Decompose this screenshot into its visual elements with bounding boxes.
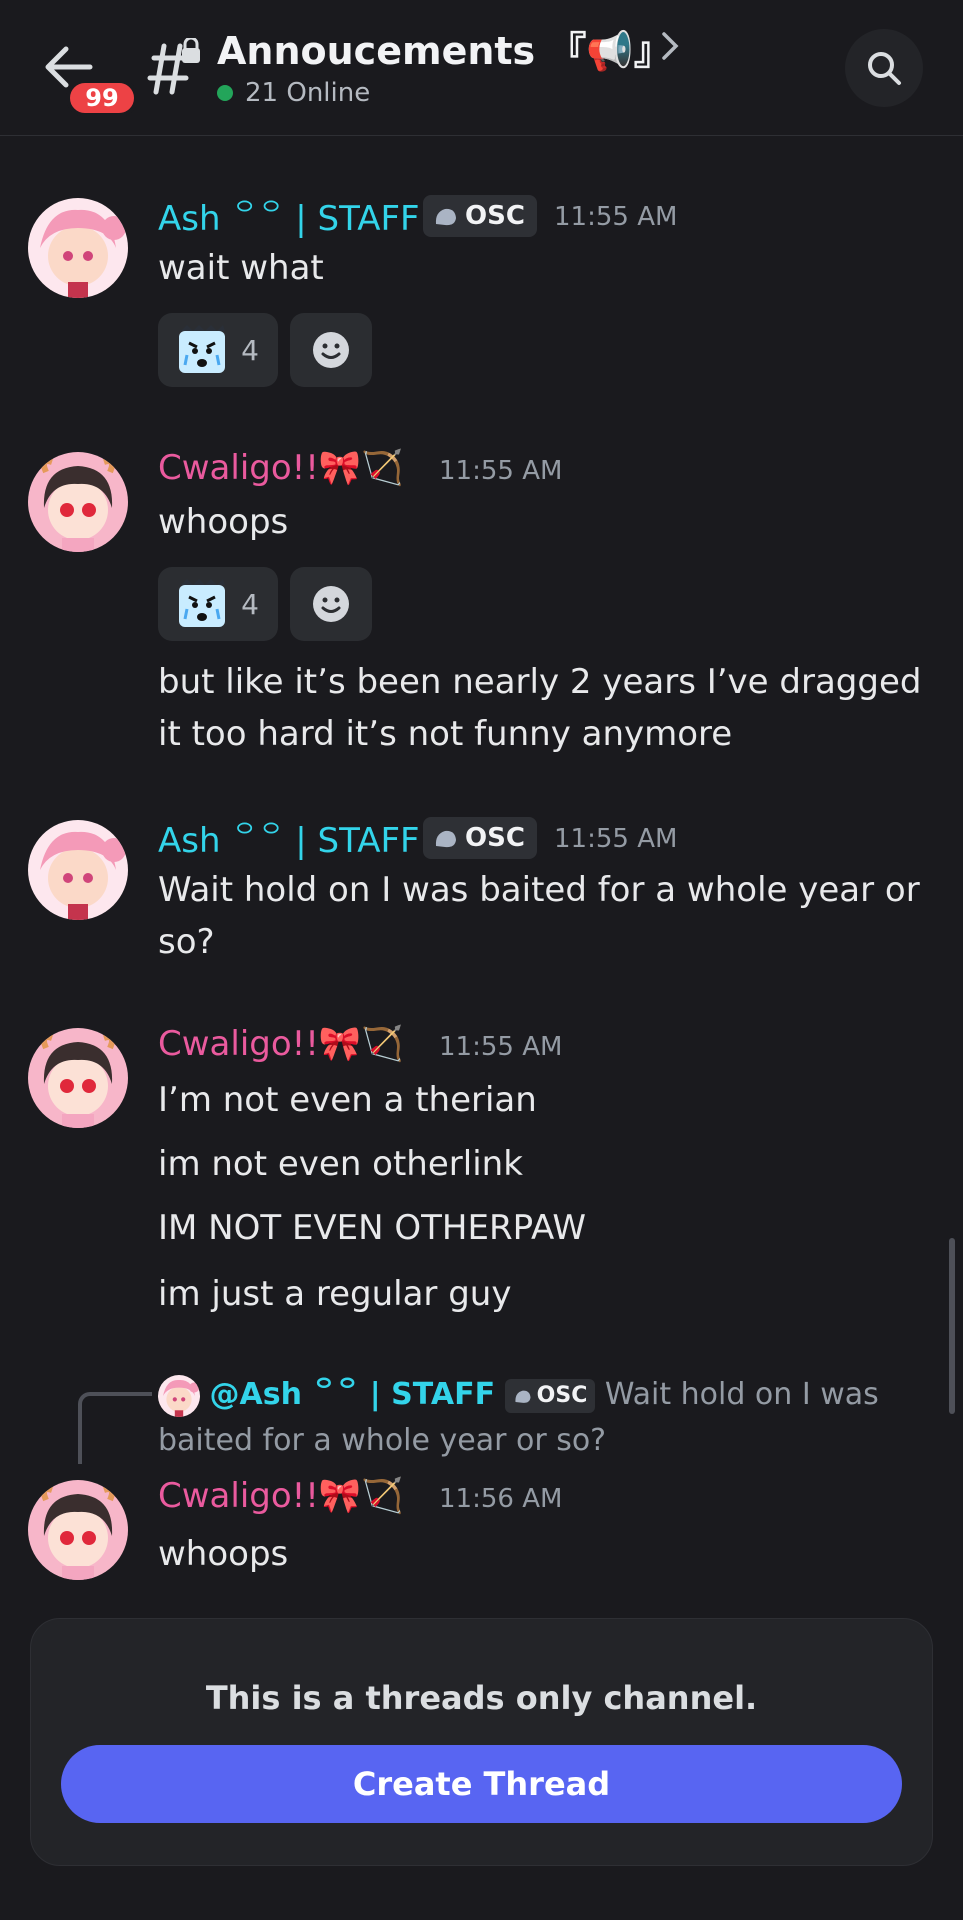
username[interactable]: Cwaligo!!🎀🏹 [158,1024,404,1064]
avatar[interactable] [28,1480,128,1580]
message-text: IM NOT EVEN OTHERPAW [158,1208,586,1248]
unread-badge: 99 [66,79,138,117]
message-text: wait what [158,248,324,288]
guild-tag-icon [515,1390,531,1403]
chevron-right-icon[interactable] [660,30,680,62]
crying-emoji-icon [177,579,227,629]
message-text: but like it’s been nearly 2 years I’ve d… [158,662,922,754]
reply-avatar [158,1374,200,1417]
add-reaction-button[interactable] [290,567,372,641]
timestamp: 11:55 AM [554,824,678,854]
reaction[interactable]: 4 [158,567,278,641]
channel-header: 99 Annoucements 『📢』 21 Online [0,0,963,136]
guild-tag-icon [435,830,456,848]
timestamp: 11:55 AM [439,456,563,486]
timestamp: 11:55 AM [554,202,678,232]
avatar[interactable] [28,198,128,298]
avatar[interactable] [28,1028,128,1128]
channel-title[interactable]: Annoucements 『📢』 [217,20,672,75]
search-button[interactable] [845,29,923,107]
online-count: 21 Online [245,78,371,108]
username[interactable]: Cwaligo!!🎀🏹 [158,448,404,488]
online-dot-icon [217,85,233,101]
reply-connector [78,1392,152,1464]
message-text: Wait hold on I was baited for a whole ye… [158,870,920,962]
online-status: 21 Online [217,78,370,108]
search-icon [868,52,901,85]
username[interactable]: Cwaligo!!🎀🏹 [158,1476,404,1516]
add-reaction-button[interactable] [290,313,372,387]
guild-tag[interactable]: OSC [423,817,537,859]
timestamp: 11:55 AM [439,1032,563,1062]
create-thread-button[interactable]: Create Thread [61,1745,902,1823]
avatar[interactable] [28,452,128,552]
message-text: whoops [158,502,289,542]
username[interactable]: Ash ꒪꒪ | STAFF [158,194,420,239]
add-reaction-icon [311,330,351,370]
add-reaction-icon [311,584,351,624]
threads-only-panel: This is a threads only channel. Create T… [30,1618,933,1866]
message-text: im not even otherlink [158,1144,523,1184]
avatar[interactable] [28,820,128,920]
message-text: whoops [158,1534,289,1574]
guild-tag-icon [435,208,456,226]
guild-tag[interactable]: OSC [423,195,537,237]
reply-preview[interactable]: @Ash ꒪꒪ | STAFF OSC Wait hold on I was b… [158,1372,928,1464]
timestamp: 11:56 AM [439,1484,563,1514]
message-text: I’m not even a therian [158,1080,537,1120]
message-text: im just a regular guy [158,1274,512,1314]
reaction[interactable]: 4 [158,313,278,387]
reply-guild-tag: OSC [504,1378,596,1413]
reply-mention[interactable]: @Ash ꒪꒪ | STAFF [210,1377,496,1412]
username[interactable]: Ash ꒪꒪ | STAFF [158,816,420,861]
scrollbar[interactable] [949,1238,955,1414]
threads-only-notice: This is a threads only channel. [205,1679,758,1717]
crying-emoji-icon [177,325,227,375]
locked-channel-icon [147,38,200,95]
